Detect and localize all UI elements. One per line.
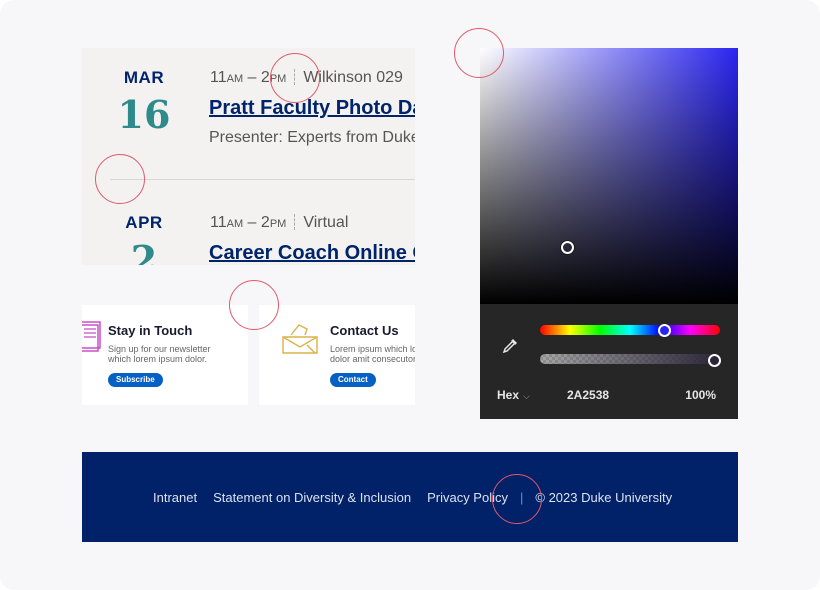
alpha-value-input[interactable]: 100%	[685, 388, 716, 402]
eyedropper-icon[interactable]	[500, 336, 520, 356]
hue-slider[interactable]	[540, 325, 720, 335]
event-start-ampm: AM	[226, 73, 244, 85]
event-title-link[interactable]: Pratt Faculty Photo Day	[209, 97, 415, 120]
event-end-ampm: PM	[269, 73, 287, 85]
chevron-down-icon: ⌵	[523, 391, 530, 401]
event-dash: –	[243, 214, 261, 231]
event-title-link[interactable]: Career Coach Online Office Hours	[209, 242, 415, 265]
saturation-value-handle[interactable]	[561, 241, 574, 254]
hue-slider-handle[interactable]	[658, 324, 671, 337]
event-location: Wilkinson 029	[303, 69, 403, 86]
event-start-ampm: AM	[226, 218, 244, 230]
event-start: 11	[210, 214, 227, 231]
card-title: Contact Us	[330, 323, 399, 338]
color-picker: Hex ⌵ 2A2538 100%	[480, 48, 738, 419]
event-divider	[110, 179, 415, 180]
event-time: 11AM – 2PM Virtual	[210, 214, 348, 232]
newsletter-icon	[82, 321, 101, 352]
footer-link-diversity[interactable]: Statement on Diversity & Inclusion	[213, 490, 411, 505]
event-start: 11	[210, 69, 227, 86]
time-location-divider	[294, 214, 296, 230]
footer-link-privacy[interactable]: Privacy Policy	[427, 490, 508, 505]
event-dash: –	[243, 69, 261, 86]
event-time: 11AM – 2PM Wilkinson 029	[210, 69, 403, 87]
color-mode-select[interactable]: Hex ⌵	[497, 388, 530, 402]
time-location-divider	[294, 69, 296, 85]
envelope-icon	[282, 324, 318, 354]
alpha-slider[interactable]	[540, 354, 720, 364]
event-end: 2	[260, 69, 270, 86]
stay-in-touch-card: Stay in Touch Sign up for our newsletter…	[82, 305, 248, 405]
footer-separator: |	[520, 490, 524, 505]
event-day: 2	[130, 237, 158, 265]
card-text: Sign up for our newsletter which lorem ip…	[108, 344, 211, 364]
footer-copyright: © 2023 Duke University	[535, 490, 673, 505]
contact-us-card: Contact Us Lorem ipsum which loremdolor …	[259, 305, 415, 405]
event-location: Virtual	[303, 214, 349, 231]
card-text: Lorem ipsum which loremdolor amit consec…	[330, 344, 415, 364]
hex-value-input[interactable]: 2A2538	[567, 388, 609, 402]
footer-links: Intranet Statement on Diversity & Inclusi…	[153, 490, 672, 505]
event-month: APR	[125, 213, 163, 232]
event-month: MAR	[123, 68, 165, 87]
canvas: MAR 16 11AM – 2PM Wilkinson 029 Pratt Fac…	[0, 0, 820, 590]
events-panel: MAR 16 11AM – 2PM Wilkinson 029 Pratt Fac…	[82, 48, 415, 265]
saturation-value-area[interactable]	[480, 48, 738, 304]
event-end: 2	[260, 214, 270, 231]
footer-link-intranet[interactable]: Intranet	[153, 490, 197, 505]
contact-button[interactable]: Contact	[330, 373, 376, 387]
event-day: 16	[117, 92, 171, 137]
alpha-slider-handle[interactable]	[708, 354, 721, 367]
card-title: Stay in Touch	[108, 323, 193, 338]
event-presenter: Presenter: Experts from Duke	[209, 129, 415, 146]
event-end-ampm: PM	[269, 218, 287, 230]
subscribe-button[interactable]: Subscribe	[108, 373, 163, 387]
site-footer: Intranet Statement on Diversity & Inclusi…	[82, 452, 738, 542]
